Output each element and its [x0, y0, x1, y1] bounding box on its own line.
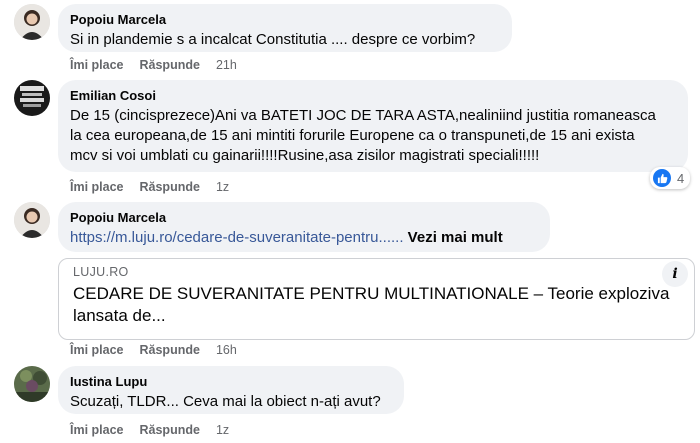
comment-text-line: la cea europeana,de 15 ani mintiti forur… — [70, 127, 635, 144]
comment-bubble: Popoiu Marcela https://m.luju.ro/cedare-… — [58, 202, 550, 252]
preview-title-line: CEDARE DE SUVERANITATE PENTRU MULTINATIO… — [73, 284, 670, 303]
comment-text: Si in plandemie s a incalcat Constitutia… — [70, 31, 476, 48]
see-more-link[interactable]: Vezi mai mult — [408, 229, 503, 246]
avatar[interactable] — [14, 366, 50, 402]
comment-actions: Îmi place Răspunde 1z — [70, 423, 245, 437]
comment-actions: Îmi place Răspunde 1z — [70, 180, 245, 194]
comment-bubble: Popoiu Marcela Si in plandemie s a incal… — [58, 4, 512, 52]
comment-author[interactable]: Popoiu Marcela — [70, 210, 538, 226]
link-preview-card[interactable]: LUJU.RO CEDARE DE SUVERANITATE PENTRU MU… — [58, 258, 695, 340]
reply-button[interactable]: Răspunde — [140, 58, 200, 72]
preview-title: CEDARE DE SUVERANITATE PENTRU MULTINATIO… — [73, 283, 680, 327]
like-button[interactable]: Îmi place — [70, 423, 124, 437]
comment-author[interactable]: Iustina Lupu — [70, 374, 392, 390]
preview-domain: LUJU.RO — [73, 265, 129, 279]
comment-time[interactable]: 16h — [216, 343, 237, 357]
comment-bubble: Emilian Cosoi De 15 (cincisprezece)Ani v… — [58, 80, 688, 172]
like-button[interactable]: Îmi place — [70, 343, 124, 357]
comment-text-line: De 15 (cincisprezece)Ani va BATETI JOC D… — [70, 107, 656, 124]
reaction-number: 4 — [677, 170, 685, 186]
like-button[interactable]: Îmi place — [70, 180, 124, 194]
avatar[interactable] — [14, 80, 50, 116]
comment-author[interactable]: Emilian Cosoi — [70, 88, 676, 104]
reply-button[interactable]: Răspunde — [140, 423, 200, 437]
comment-text: https://m.luju.ro/cedare-de-suveranitate… — [70, 228, 538, 248]
comment-time[interactable]: 21h — [216, 58, 237, 72]
reaction-count[interactable]: 4 — [650, 167, 691, 189]
comment-actions: Îmi place Răspunde 21h — [70, 58, 253, 72]
comment-text: Scuzați, TLDR... Ceva mai la obiect n-aț… — [70, 393, 381, 410]
comment-text-line: mcv si voi umblati cu gainarii!!!!Rusine… — [70, 147, 540, 164]
avatar[interactable] — [14, 202, 50, 238]
like-button[interactable]: Îmi place — [70, 58, 124, 72]
comment-time[interactable]: 1z — [216, 180, 229, 194]
comment-time[interactable]: 1z — [216, 423, 229, 437]
avatar[interactable] — [14, 4, 50, 40]
info-icon[interactable]: i — [662, 261, 688, 287]
preview-title-line: lansata de... — [73, 306, 166, 325]
reply-button[interactable]: Răspunde — [140, 180, 200, 194]
reply-button[interactable]: Răspunde — [140, 343, 200, 357]
comment-bubble: Iustina Lupu Scuzați, TLDR... Ceva mai l… — [58, 366, 404, 414]
comment-text: De 15 (cincisprezece)Ani va BATETI JOC D… — [70, 106, 676, 166]
comment-author[interactable]: Popoiu Marcela — [70, 12, 500, 28]
comment-actions: Îmi place Răspunde 16h — [70, 343, 253, 357]
comment-link[interactable]: https://m.luju.ro/cedare-de-suveranitate… — [70, 229, 404, 246]
like-thumb-icon — [653, 169, 671, 187]
